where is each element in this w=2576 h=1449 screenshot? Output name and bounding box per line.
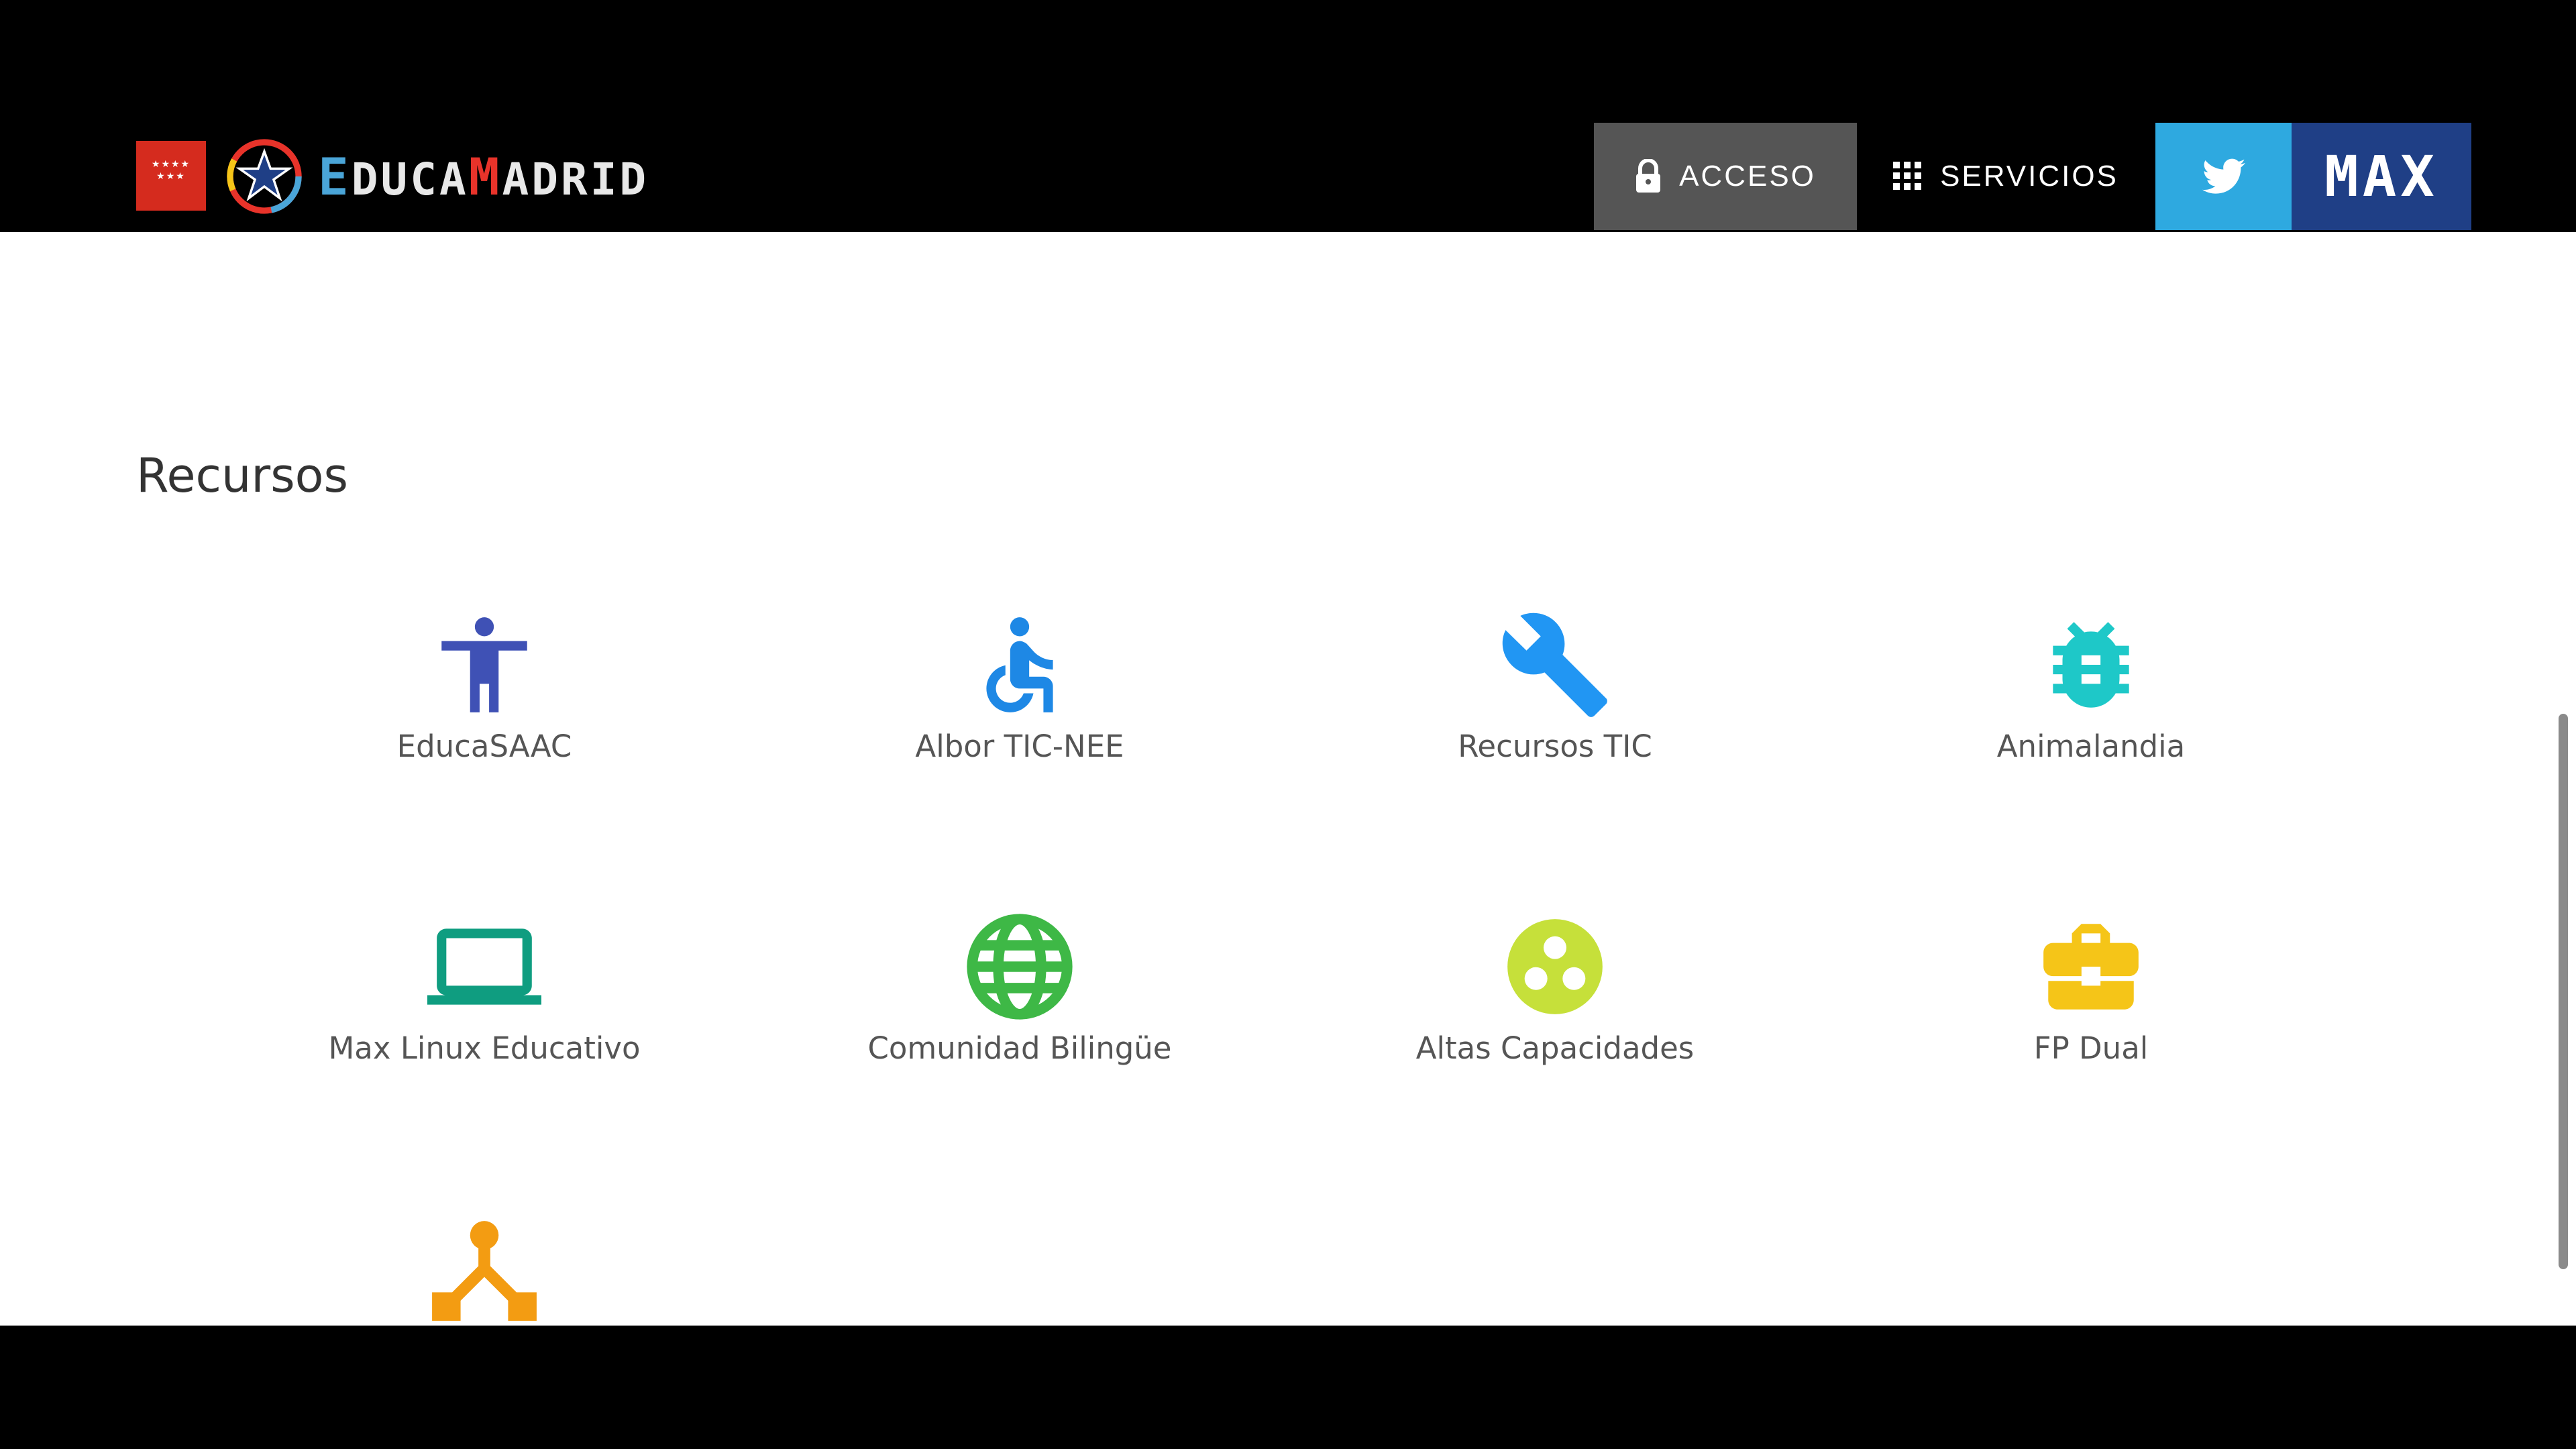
page: ★★★★ ★★★ EDUCAMADRID ACCESO SERVICIOS MA… bbox=[0, 0, 2576, 1449]
educamadrid-wordmark: EDUCAMADRID bbox=[318, 146, 649, 207]
resource-comunidad-bilingue[interactable]: Comunidad Bilingüe bbox=[845, 910, 1194, 1066]
max-button[interactable]: MAX bbox=[2292, 123, 2471, 230]
resource-educasaac[interactable]: EducaSAAC bbox=[310, 608, 659, 764]
resource-label: Animalandia bbox=[1996, 729, 2186, 764]
resource-network[interactable] bbox=[310, 1212, 659, 1326]
top-header: ★★★★ ★★★ EDUCAMADRID ACCESO SERVICIOS MA… bbox=[0, 0, 2576, 232]
accessibility-icon bbox=[441, 617, 527, 712]
resource-altas-capacidades[interactable]: Altas Capacidades bbox=[1381, 910, 1729, 1066]
bubbles-icon bbox=[1507, 919, 1603, 1014]
wheelchair-icon bbox=[986, 617, 1053, 712]
resource-label: Albor TIC-NEE bbox=[915, 729, 1124, 764]
apps-grid-icon bbox=[1893, 162, 1922, 190]
globe-icon bbox=[967, 914, 1073, 1020]
wrench-icon bbox=[1502, 612, 1607, 717]
servicios-label: SERVICIOS bbox=[1940, 160, 2118, 193]
educamadrid-logo[interactable]: EDUCAMADRID bbox=[225, 138, 649, 215]
section-title: Recursos bbox=[136, 448, 348, 503]
resource-max-linux-educativo[interactable]: Max Linux Educativo bbox=[310, 910, 659, 1066]
twitter-button[interactable] bbox=[2155, 123, 2292, 230]
educamadrid-star-logo-icon bbox=[227, 139, 302, 214]
resource-label: EducaSAAC bbox=[396, 729, 572, 764]
max-label: MAX bbox=[2324, 144, 2438, 209]
servicios-button[interactable]: SERVICIOS bbox=[1878, 123, 2133, 230]
twitter-bird-icon bbox=[2202, 158, 2245, 194]
network-icon bbox=[432, 1221, 537, 1321]
resource-label: Recursos TIC bbox=[1458, 729, 1652, 764]
main-content: Recursos EducaSAAC Albor TIC-NEE Recurso… bbox=[0, 232, 2576, 1326]
resource-fp-dual[interactable]: FP Dual bbox=[1917, 910, 2265, 1066]
resource-recursos-tic[interactable]: Recursos TIC bbox=[1381, 608, 1729, 764]
acceso-label: ACCESO bbox=[1679, 160, 1816, 193]
resource-label: FP Dual bbox=[2033, 1030, 2149, 1066]
bug-icon bbox=[2053, 622, 2129, 708]
briefcase-icon bbox=[2043, 924, 2139, 1010]
resource-label: Altas Capacidades bbox=[1415, 1030, 1695, 1066]
laptop-icon bbox=[427, 928, 541, 1005]
vertical-scrollbar[interactable] bbox=[2559, 714, 2568, 1269]
resource-label: Comunidad Bilingüe bbox=[867, 1030, 1172, 1066]
resource-label: Max Linux Educativo bbox=[328, 1030, 641, 1066]
acceso-button[interactable]: ACCESO bbox=[1594, 123, 1857, 230]
resource-albor-tic-nee[interactable]: Albor TIC-NEE bbox=[845, 608, 1194, 764]
comunidad-madrid-flag-icon[interactable]: ★★★★ ★★★ bbox=[136, 141, 206, 211]
lock-icon bbox=[1636, 159, 1661, 193]
resource-animalandia[interactable]: Animalandia bbox=[1917, 608, 2265, 764]
